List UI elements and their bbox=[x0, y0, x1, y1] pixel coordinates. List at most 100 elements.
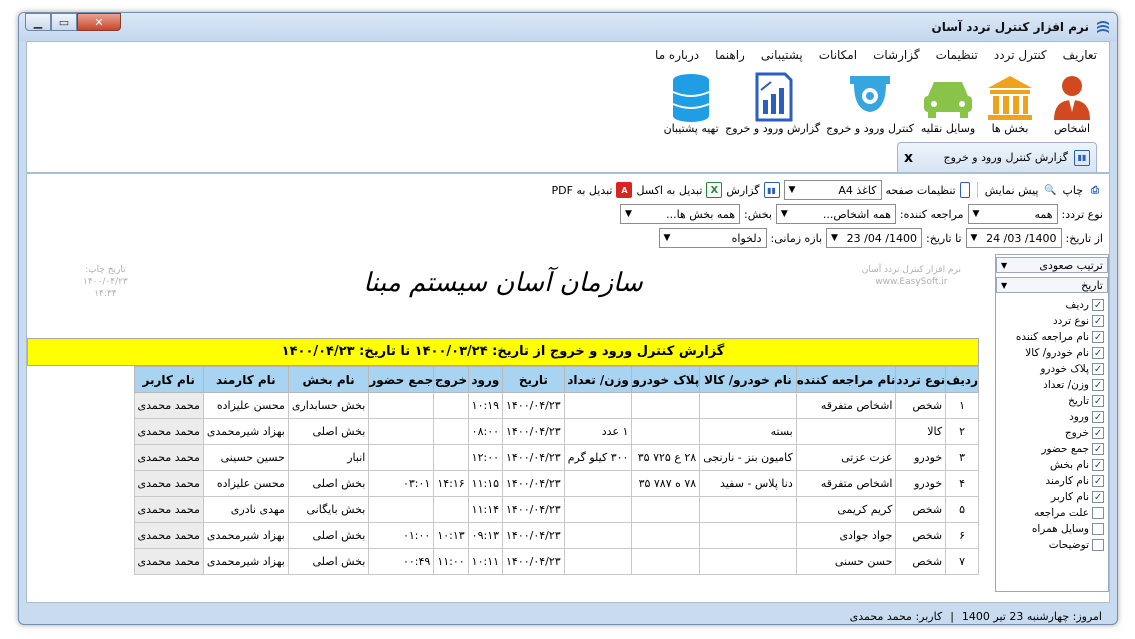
column-header[interactable]: نام خودرو/ کالا bbox=[699, 366, 797, 393]
column-header[interactable]: پلاک خودرو bbox=[631, 366, 701, 393]
column-header[interactable]: نوع تردد bbox=[895, 366, 947, 393]
field-checkbox-item[interactable]: ✓ پلاک خودرو bbox=[1000, 361, 1104, 377]
checkbox[interactable] bbox=[1092, 507, 1104, 519]
field-checkbox-item[interactable]: ✓ خروج bbox=[1000, 425, 1104, 441]
field-checkbox-item[interactable]: وسایل همراه bbox=[1000, 521, 1104, 537]
column-header[interactable]: خروج bbox=[433, 366, 469, 393]
report-button[interactable]: گزارش bbox=[726, 184, 759, 197]
preview-button[interactable]: پیش نمایش bbox=[985, 184, 1039, 197]
from-date-field[interactable]: 1400/ 03/ 24 ▼ bbox=[965, 228, 1062, 248]
sort-field-select[interactable]: تاریخ ▼ bbox=[996, 277, 1108, 293]
checkbox[interactable]: ✓ bbox=[1092, 459, 1104, 471]
print-icon[interactable]: ⎙ bbox=[1087, 182, 1103, 198]
toolbar-button[interactable]: اشخاص bbox=[1041, 70, 1103, 135]
paper-select[interactable]: کاغذ A4 ▼ bbox=[783, 180, 882, 200]
toolbar-button[interactable]: بخش ها bbox=[979, 70, 1041, 135]
column-header[interactable]: نام کارمند bbox=[202, 366, 289, 393]
sort-order-select[interactable]: ترتیب صعودی ▼ bbox=[996, 257, 1108, 273]
menu-item[interactable]: پشتیبانی bbox=[753, 48, 811, 62]
field-checkbox-item[interactable]: ✓ جمع حضور bbox=[1000, 441, 1104, 457]
field-label: نام کاربر bbox=[1051, 491, 1089, 503]
field-checkbox-item[interactable]: ✓ نام خودرو/ کالا bbox=[1000, 345, 1104, 361]
excel-button[interactable]: تبدیل به اکسل bbox=[636, 184, 702, 197]
preview-icon[interactable]: 🔍 bbox=[1042, 182, 1058, 198]
field-checkbox-item[interactable]: ✓ نام بخش bbox=[1000, 457, 1104, 473]
checkbox[interactable]: ✓ bbox=[1092, 427, 1104, 439]
title-bar: نرم افزار کنترل تردد آسان ▁ ▭ ✕ bbox=[19, 13, 1117, 41]
excel-icon[interactable]: X bbox=[706, 182, 723, 198]
print-button[interactable]: چاپ bbox=[1062, 184, 1083, 197]
maximize-button[interactable]: ▭ bbox=[51, 13, 77, 31]
organization-name: سازمان آسان سیستم مبنا bbox=[363, 268, 643, 298]
menu-item[interactable]: درباره ما bbox=[647, 48, 707, 62]
section-select[interactable]: همه بخش ها... ▼ bbox=[620, 204, 740, 224]
column-header[interactable]: نام بخش bbox=[287, 366, 370, 393]
table-cell: جواد جوادی bbox=[795, 522, 897, 549]
table-cell: ۰۰:۴۹ bbox=[368, 548, 435, 575]
field-checkbox-item[interactable]: توضیحات bbox=[1000, 537, 1104, 553]
report-toolbar: ⎙ چاپ 🔍 پیش نمایش تنظیمات صفحه کاغذ A4 ▼ … bbox=[552, 180, 1103, 200]
field-checkbox-item[interactable]: علت مراجعه bbox=[1000, 505, 1104, 521]
checkbox[interactable]: ✓ bbox=[1092, 443, 1104, 455]
field-checkbox-item[interactable]: ✓ نام مراجعه کننده bbox=[1000, 329, 1104, 345]
range-select[interactable]: دلخواه ▼ bbox=[658, 228, 767, 248]
table-cell: شخص bbox=[895, 548, 947, 575]
tab-report[interactable]: ▮▮ گزارش کنترل ورود و خروج x bbox=[897, 142, 1097, 172]
column-header[interactable]: نام مراجعه کننده bbox=[795, 366, 897, 393]
checkbox[interactable]: ✓ bbox=[1092, 491, 1104, 503]
table-row: ۶ شخص جواد جوادی ۱۴۰۰/۰۴/۲۳ ۰۹:۱۳ ۱۰:۱۳ ۰۱:۰۰ ب… bbox=[133, 522, 979, 549]
to-date-field[interactable]: 1400/ 04/ 23 ▼ bbox=[826, 228, 923, 248]
toolbar-button[interactable]: کنترل ورود و خروج bbox=[823, 70, 917, 135]
column-header[interactable]: ورود bbox=[467, 366, 504, 393]
to-value: 1400/ 04/ 23 bbox=[846, 231, 918, 245]
page-settings-button[interactable]: تنظیمات صفحه bbox=[886, 184, 956, 197]
pdf-button[interactable]: تبدیل به PDF bbox=[552, 184, 613, 197]
status-separator: | bbox=[950, 609, 954, 623]
field-checkbox-item[interactable]: ✓ تاریخ bbox=[1000, 393, 1104, 409]
menu-item[interactable]: راهنما bbox=[707, 48, 753, 62]
toolbar-button[interactable]: تهیه پشتیبان bbox=[660, 70, 722, 135]
field-checkbox-item[interactable]: ✓ ورود bbox=[1000, 409, 1104, 425]
column-header[interactable]: ردیف bbox=[945, 366, 979, 393]
checkbox[interactable]: ✓ bbox=[1092, 475, 1104, 487]
pdf-icon[interactable]: A bbox=[616, 182, 633, 198]
table-cell: ۱۴۰۰/۰۴/۲۳ bbox=[502, 470, 565, 497]
column-header[interactable]: جمع حضور bbox=[368, 366, 435, 393]
page-settings-icon[interactable] bbox=[959, 182, 970, 198]
field-checkbox-item[interactable]: ✓ نوع تردد bbox=[1000, 313, 1104, 329]
checkbox[interactable]: ✓ bbox=[1092, 315, 1104, 327]
column-header[interactable]: تاریخ bbox=[502, 366, 565, 393]
field-checkbox-item[interactable]: ✓ نام کارمند bbox=[1000, 473, 1104, 489]
toolbar-button[interactable]: گزارش ورود و خروج bbox=[722, 70, 823, 135]
status-bar: امروز: چهارشنبه 23 تیر 1400 | کاربر: محم… bbox=[26, 606, 1110, 624]
menu-item[interactable]: گزارشات bbox=[865, 48, 927, 62]
checkbox[interactable]: ✓ bbox=[1092, 363, 1104, 375]
toolbar-button[interactable]: وسایل نقلیه bbox=[917, 70, 979, 135]
checkbox[interactable] bbox=[1092, 523, 1104, 535]
menu-item[interactable]: امکانات bbox=[811, 48, 865, 62]
checkbox[interactable]: ✓ bbox=[1092, 395, 1104, 407]
menu-item[interactable]: تنظیمات bbox=[928, 48, 986, 62]
checkbox[interactable]: ✓ bbox=[1092, 299, 1104, 311]
report-icon[interactable]: ▮▮ bbox=[763, 182, 780, 198]
chevron-down-icon: ▼ bbox=[970, 233, 978, 243]
visitor-select[interactable]: همه اشخاص... ▼ bbox=[775, 204, 896, 224]
field-checkbox-item[interactable]: ✓ نام کاربر bbox=[1000, 489, 1104, 505]
table-cell bbox=[433, 444, 469, 471]
checkbox[interactable]: ✓ bbox=[1092, 379, 1104, 391]
minimize-button[interactable]: ▁ bbox=[25, 13, 51, 31]
field-label: ردیف bbox=[1065, 299, 1089, 311]
column-header[interactable]: نام کاربر bbox=[133, 366, 204, 393]
column-header[interactable]: وزن/ تعداد bbox=[563, 366, 633, 393]
field-checkbox-item[interactable]: ✓ ردیف bbox=[1000, 297, 1104, 313]
checkbox[interactable]: ✓ bbox=[1092, 411, 1104, 423]
checkbox[interactable] bbox=[1092, 539, 1104, 551]
checkbox[interactable]: ✓ bbox=[1092, 331, 1104, 343]
checkbox[interactable]: ✓ bbox=[1092, 347, 1104, 359]
type-select[interactable]: همه ▼ bbox=[967, 204, 1058, 224]
field-checkbox-item[interactable]: ✓ وزن/ تعداد bbox=[1000, 377, 1104, 393]
close-window-button[interactable]: ✕ bbox=[77, 13, 121, 31]
menu-item[interactable]: کنترل تردد bbox=[986, 48, 1055, 62]
menu-item[interactable]: تعاریف bbox=[1055, 48, 1105, 62]
tab-close-icon[interactable]: x bbox=[904, 150, 913, 166]
